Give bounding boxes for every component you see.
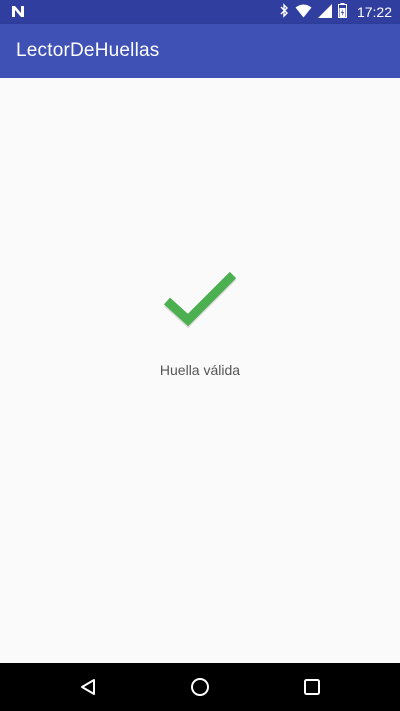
back-button[interactable]	[76, 675, 100, 699]
signal-icon	[317, 3, 332, 22]
home-icon	[191, 678, 209, 696]
status-message: Huella válida	[159, 362, 241, 378]
app-title: LectorDeHuellas	[16, 40, 160, 61]
app-bar: LectorDeHuellas	[0, 24, 400, 78]
battery-icon	[337, 2, 347, 22]
nav-bar	[0, 663, 400, 711]
recents-button[interactable]	[300, 675, 324, 699]
main-content: Huella válida	[0, 78, 400, 663]
back-icon	[81, 679, 95, 695]
home-button[interactable]	[188, 675, 212, 699]
recents-icon	[304, 679, 320, 695]
status-time: 17:22	[356, 4, 392, 20]
status-bar-left	[10, 3, 279, 22]
status-bar-right: 17:22	[279, 2, 392, 22]
bluetooth-icon	[279, 2, 289, 22]
notification-n-icon	[10, 3, 26, 22]
status-bar: 17:22	[0, 0, 400, 24]
check-icon	[163, 271, 237, 329]
wifi-icon	[295, 3, 312, 22]
